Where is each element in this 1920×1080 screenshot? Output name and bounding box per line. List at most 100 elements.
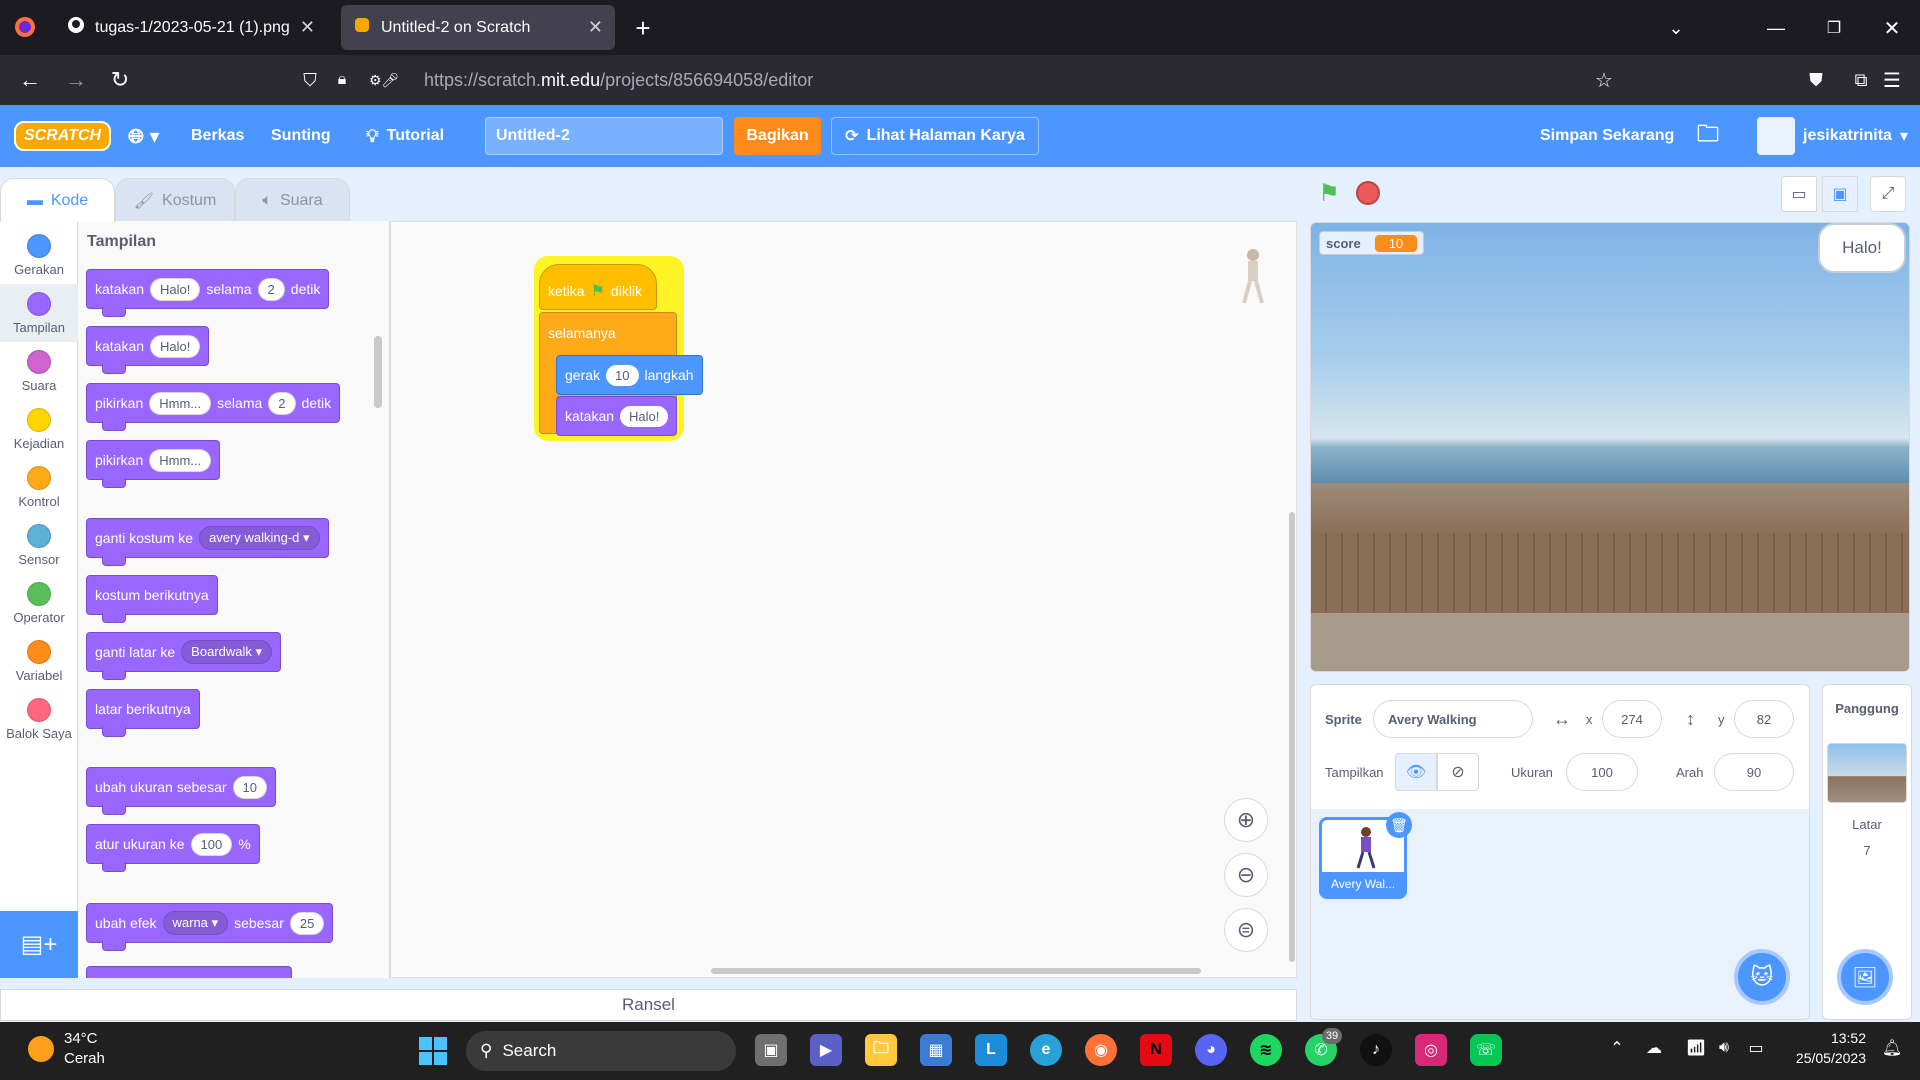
category-sound[interactable]: Suara [0,342,78,400]
chevron-up-icon[interactable]: ⌃ [1605,1036,1629,1060]
palette-scrollbar[interactable] [374,336,382,408]
block-input[interactable]: 100 [190,832,233,856]
block-input[interactable]: Halo! [150,334,201,358]
block-switch-backdrop[interactable]: ganti latar ke Boardwalk ▾ [86,632,282,680]
category-operators[interactable]: Operator [0,574,78,632]
small-stage-button[interactable]: ▭ [1781,176,1817,212]
notification-icon[interactable]: 🔔︎ [1880,1036,1904,1060]
block-input[interactable]: Hmm... [149,391,212,415]
delete-sprite-button[interactable]: 🗑︎ [1386,812,1412,838]
tiktok-icon[interactable]: ♪ [1360,1034,1392,1066]
menu-icon[interactable]: ☰ [1876,64,1908,96]
reload-icon[interactable]: ↻ [104,64,136,96]
large-stage-button[interactable]: ▣ [1822,176,1858,212]
save-now-button[interactable]: Simpan Sekarang [1540,105,1674,167]
costume-dropdown[interactable]: avery walking-d ▾ [199,526,320,550]
add-extension-button[interactable]: ▤+ [0,911,78,978]
url-bar[interactable]: https://scratch.mit.edu/projects/8566940… [412,61,1632,99]
choose-backdrop-button[interactable]: 🖼︎ [1837,949,1893,1005]
scratch-logo[interactable]: SCRATCH [14,105,112,167]
windows-start-icon[interactable] [418,1036,448,1066]
microsoft-store-icon[interactable]: ▦ [920,1034,952,1066]
firefox-icon[interactable] [10,12,40,42]
menu-file[interactable]: Berkas [191,105,244,167]
block-next-costume[interactable]: kostum berikutnya [86,575,218,623]
extensions-icon[interactable]: ⧉ [1845,64,1877,96]
restore-icon[interactable]: ❐ [1818,12,1850,44]
minimize-icon[interactable]: — [1760,12,1792,44]
clock-date[interactable]: 25/05/2023 [1774,1050,1866,1066]
block-change-effect[interactable]: ubah efek warna ▾ sebesar 25 [86,903,334,951]
line-icon[interactable]: ☏ [1470,1034,1502,1066]
taskbar-search[interactable]: ⚲ Search [466,1031,736,1071]
category-motion[interactable]: Gerakan [0,226,78,284]
zoom-in-button[interactable]: ⊕ [1224,798,1268,842]
tab-scratch[interactable]: Untitled-2 on Scratch ✕ [341,5,615,50]
discord-icon[interactable]: ◕ [1195,1034,1227,1066]
shield-icon[interactable]: ⛉ [294,64,326,96]
message-input[interactable]: Halo! [620,405,669,427]
code-workspace[interactable]: ketika⚑diklik selamanya ↻ gerak10langkah… [390,221,1297,978]
hide-sprite-button[interactable]: ⊘ [1437,753,1479,791]
y-input[interactable]: 82 [1734,700,1794,738]
size-input[interactable]: 100 [1566,753,1638,791]
file-explorer-icon[interactable]: 🗀 [865,1034,897,1066]
volume-icon[interactable]: 🔊︎ [1712,1036,1736,1060]
clock-time[interactable]: 13:52 [1794,1030,1866,1046]
chat-icon[interactable]: ▶ [810,1034,842,1066]
direction-input[interactable]: 90 [1714,753,1794,791]
task-view-icon[interactable]: ▣ [755,1034,787,1066]
block-say-for-secs[interactable]: katakan Halo! selama 2 detik [86,269,330,317]
see-project-page-button[interactable]: ⟳ Lihat Halaman Karya [831,117,1039,155]
tab-code[interactable]: ▬ Kode [0,178,115,222]
zoom-reset-button[interactable]: ⊜ [1224,908,1268,952]
category-events[interactable]: Kejadian [0,400,78,458]
zoom-out-button[interactable]: ⊖ [1224,853,1268,897]
fullscreen-button[interactable]: ⤢ [1870,176,1906,212]
block-input[interactable]: 2 [257,277,285,301]
stage[interactable]: score 10 Halo! [1310,222,1910,672]
block-input[interactable]: 10 [232,775,268,799]
block-input[interactable]: Hmm... [149,448,212,472]
block-partial[interactable] [86,966,292,978]
green-flag-button[interactable]: ⚑ [1312,176,1346,210]
project-title-input[interactable]: Untitled-2 [485,117,723,155]
backpack-header[interactable]: Ransel [0,989,1297,1021]
wifi-icon[interactable]: 📶︎ [1684,1036,1708,1060]
forward-icon[interactable]: → [60,64,92,96]
lock-icon[interactable]: 🔒︎ [326,64,358,96]
edge-icon[interactable]: e [1030,1034,1062,1066]
block-think-for-secs[interactable]: pikirkan Hmm... selama 2 detik [86,383,341,431]
choose-sprite-button[interactable]: 🐱︎ [1734,949,1790,1005]
weather-temp[interactable]: 34°C [64,1030,98,1047]
spotify-icon[interactable]: ≋ [1250,1034,1282,1066]
block-change-size[interactable]: ubah ukuran sebesar 10 [86,767,277,815]
category-looks[interactable]: Tampilan [0,284,78,342]
category-control[interactable]: Kontrol [0,458,78,516]
sprite-name-input[interactable]: Avery Walking [1373,700,1533,738]
block-say-script[interactable]: katakan Halo! [556,396,678,436]
instagram-icon[interactable]: ◎ [1415,1034,1447,1066]
close-icon[interactable]: ✕ [588,17,603,38]
variable-monitor[interactable]: score 10 [1319,231,1425,255]
block-input[interactable]: 2 [268,391,296,415]
close-window-icon[interactable]: ✕ [1876,12,1908,44]
my-stuff-icon[interactable]: 🗀 [1697,105,1719,167]
tab-sounds[interactable]: 🔈︎ Suara [235,178,350,222]
account-menu[interactable]: jesikatrinita ▾ [1757,105,1908,167]
block-switch-costume[interactable]: ganti kostum ke avery walking-d ▾ [86,518,329,566]
bookmark-star-icon[interactable]: ☆ [1588,64,1620,96]
workspace-hscrollbar[interactable] [711,968,1201,974]
globe-icon[interactable]: 🌐︎ ▾ [128,105,160,167]
tab-costumes[interactable]: 🖌︎ Kostum [115,178,235,222]
workspace-vscrollbar[interactable] [1289,512,1295,962]
netflix-icon[interactable]: N [1140,1034,1172,1066]
cloud-icon[interactable]: ☁ [1642,1036,1666,1060]
backdrop-dropdown[interactable]: Boardwalk ▾ [181,640,273,664]
weather-condition[interactable]: Cerah [64,1050,105,1067]
block-set-size[interactable]: atur ukuran ke 100% [86,824,260,872]
steps-input[interactable]: 10 [606,364,639,386]
menu-tutorial[interactable]: 💡︎ Tutorial [366,105,444,167]
url-text[interactable]: https://scratch.mit.edu/projects/8566940… [424,70,813,91]
share-button[interactable]: Bagikan [734,117,821,155]
